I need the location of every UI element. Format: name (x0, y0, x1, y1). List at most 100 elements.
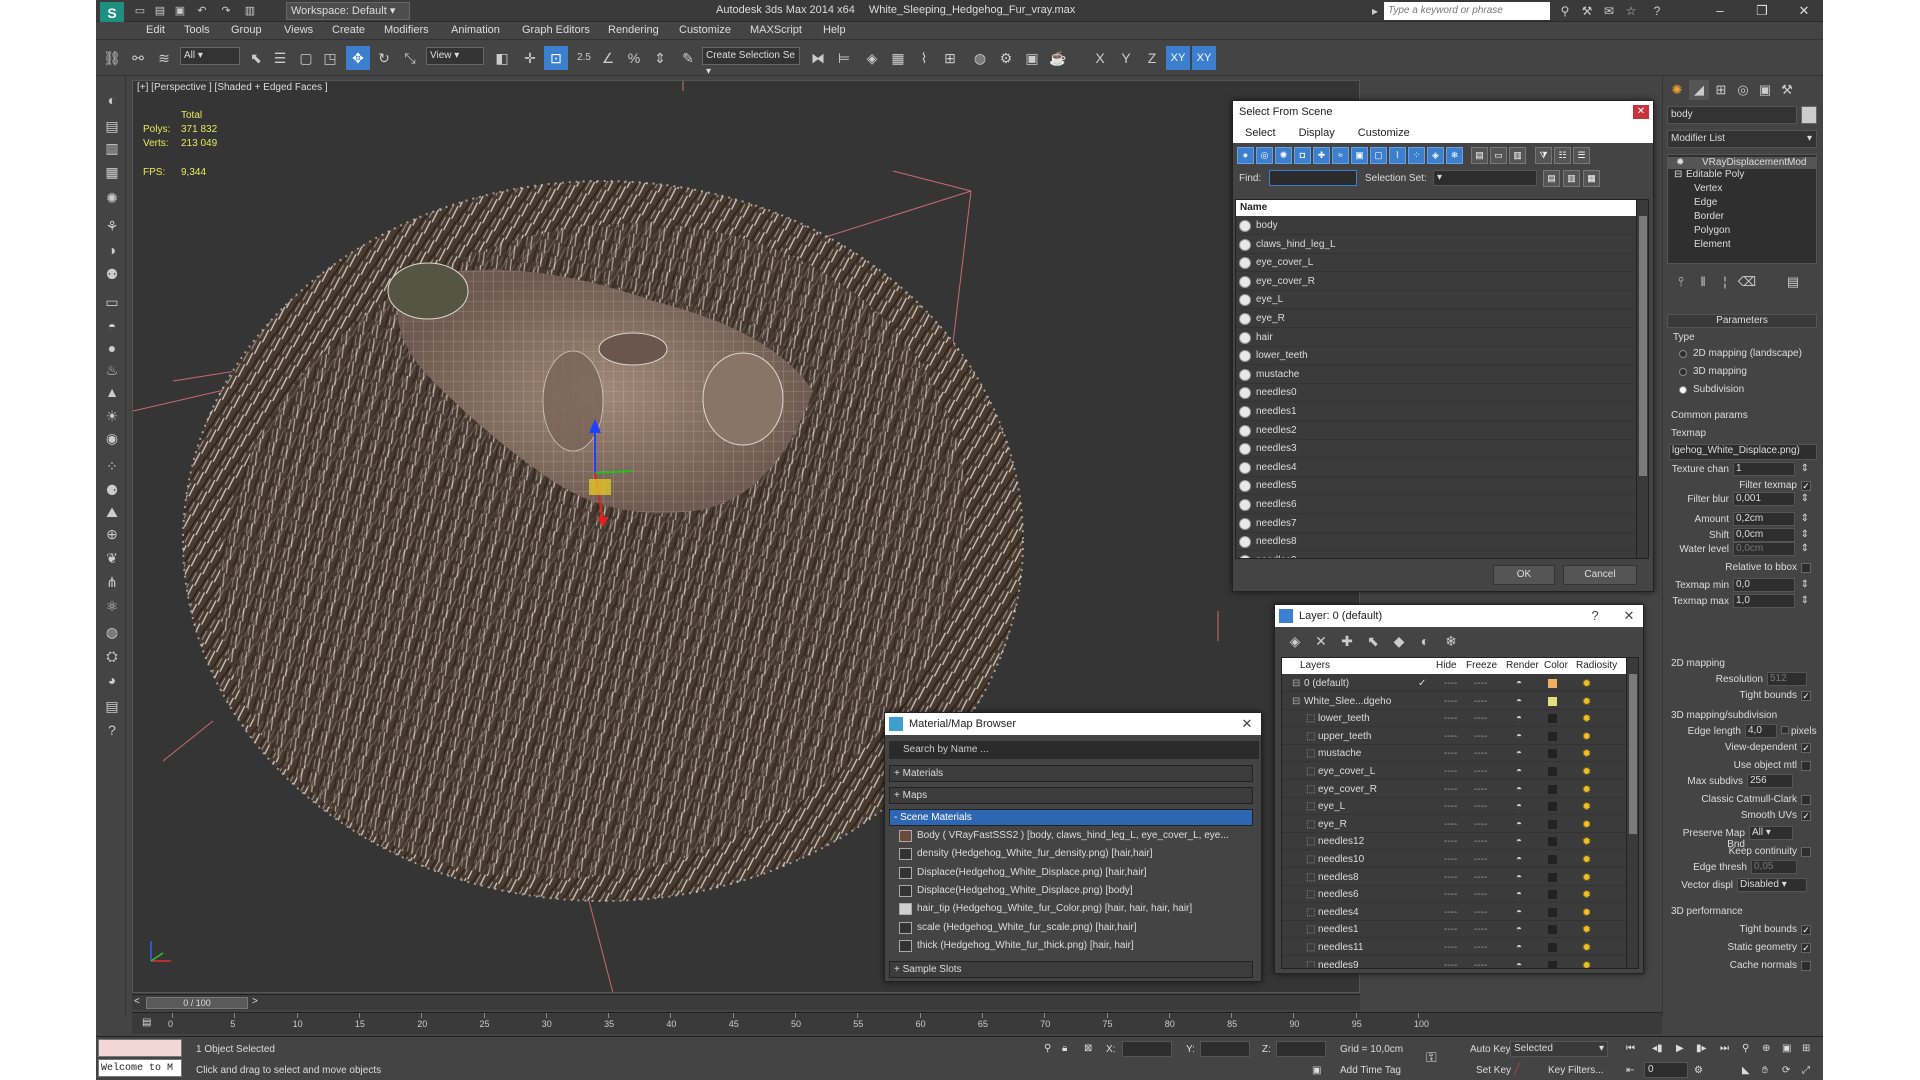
named-selection-dropdown[interactable]: Create Selection Se ▾ (702, 47, 800, 77)
help-icon[interactable]: ? (1648, 3, 1666, 19)
sun-icon[interactable]: ☀ (102, 406, 122, 426)
layer-color-swatch[interactable] (1548, 855, 1557, 864)
schematic-view-icon[interactable]: ⊞ (938, 46, 962, 70)
key-mode-toggle-icon[interactable]: ⇤ (1626, 1065, 1634, 1076)
sphere2-icon[interactable]: ◍ (102, 622, 122, 642)
configure-sets-icon[interactable]: ▤ (1783, 272, 1803, 292)
sfs-scrollbar[interactable] (1636, 200, 1648, 558)
col-radiosity[interactable]: Radiosity (1576, 658, 1617, 674)
hide-toggle[interactable]: ---- (1444, 693, 1457, 710)
hide-toggle[interactable]: ---- (1444, 763, 1457, 780)
search-input[interactable]: Type a keyword or phrase (1384, 2, 1550, 20)
close-window-icon[interactable]: ✕ (1786, 0, 1822, 22)
display-hierarchy-icon[interactable]: ☷ (1554, 147, 1571, 164)
render-setup-icon[interactable]: ⚙ (994, 46, 1018, 70)
auto-key-button[interactable]: Auto Key (1470, 1044, 1511, 1055)
percent-snap-icon[interactable]: % (622, 46, 646, 70)
freeze-toggle[interactable]: ---- (1474, 851, 1487, 868)
orb-icon[interactable]: ◉ (102, 428, 122, 448)
curve-editor-icon[interactable]: ⌇ (912, 46, 936, 70)
z-coord-input[interactable] (1276, 1041, 1326, 1057)
radiosity-icon[interactable]: ✹ (1582, 746, 1591, 763)
layer-color-swatch[interactable] (1548, 872, 1557, 882)
radiosity-icon[interactable]: ✹ (1582, 958, 1591, 968)
toolbar-icon-7[interactable]: ◑ (102, 240, 122, 260)
select-move-icon[interactable]: ✥ (346, 46, 370, 70)
hide-toggle[interactable]: ---- (1444, 833, 1457, 850)
param-input[interactable]: 0,001 (1733, 492, 1795, 506)
pan-icon[interactable]: ✋︎ (1762, 1065, 1768, 1076)
viewport-label[interactable]: [+] [Perspective ] [Shaded + Edged Faces… (137, 82, 328, 93)
menu-create[interactable]: Create (332, 24, 365, 36)
axis-constraint-z-icon[interactable]: Z (1140, 46, 1164, 70)
sfs-list-item[interactable]: needles1 (1236, 403, 1636, 421)
layer-help-icon[interactable]: ? (1581, 605, 1609, 627)
modifier-list-dropdown[interactable]: Modifier List ▾ (1667, 130, 1817, 148)
filter-frozen-icon[interactable]: ❄ (1446, 147, 1463, 164)
sfs-column-name[interactable]: Name (1236, 200, 1636, 216)
app-logo-icon[interactable]: S (100, 2, 124, 24)
layer-close-icon[interactable]: ✕ (1615, 605, 1643, 627)
key-filters-button[interactable]: Key Filters... (1548, 1065, 1604, 1076)
vector-displ-dropdown[interactable]: Disabled ▾ (1737, 878, 1807, 892)
type-radio-2d[interactable] (1679, 350, 1687, 358)
menu-modifiers[interactable]: Modifiers (384, 24, 429, 36)
axis-constraint-y-icon[interactable]: Y (1114, 46, 1138, 70)
align-icon[interactable]: ⊨ (832, 46, 856, 70)
time-tag-icon[interactable]: ▣ (1312, 1065, 1321, 1076)
filter-shapes-icon[interactable]: ◎ (1256, 147, 1273, 164)
toolbar-icon-2[interactable]: ▤ (102, 116, 122, 136)
static-geometry-checkbox[interactable]: ✓ (1801, 943, 1811, 953)
manipulate-icon[interactable]: ✛ (518, 46, 542, 70)
menu-customize[interactable]: Customize (679, 24, 731, 36)
redo-icon[interactable]: ↷ (218, 3, 234, 19)
mirror-icon[interactable]: ⧓ (806, 46, 830, 70)
filter-spacewarps-icon[interactable]: ≈ (1332, 147, 1349, 164)
communication-icon[interactable]: ✉ (1600, 3, 1618, 19)
col-freeze[interactable]: Freeze (1466, 658, 1497, 674)
stack-item-border[interactable]: Border (1694, 211, 1724, 222)
render-toggle-icon[interactable]: ◓ (1516, 745, 1522, 762)
freeze-toggle[interactable]: ---- (1474, 728, 1487, 745)
axis-constraint-x-icon[interactable]: X (1088, 46, 1112, 70)
new-file-icon[interactable]: ▭ (132, 3, 148, 19)
render-toggle-icon[interactable]: ◓ (1516, 851, 1522, 868)
sfs-list-item[interactable]: eye_cover_R (1236, 273, 1636, 291)
radiosity-icon[interactable]: ✹ (1582, 922, 1591, 939)
layer-row[interactable]: ⬚ needles11 ---- ---- ◓ ✹ (1282, 939, 1626, 956)
ref-coord-dropdown[interactable]: View ▾ (426, 47, 484, 65)
spinner-icon[interactable]: ⇕ (1799, 529, 1809, 540)
create-tab-icon[interactable]: ✺ (1667, 80, 1687, 100)
fov-icon[interactable]: ◣ (1742, 1065, 1750, 1076)
layer-expand-icon[interactable]: ⊟ (1292, 693, 1300, 710)
hide-toggle[interactable]: ---- (1444, 869, 1457, 886)
open-file-icon[interactable]: ▤ (152, 3, 168, 19)
layer-row[interactable]: ⬚ needles6 ---- ---- ◓ ✹ (1282, 886, 1626, 904)
menu-help[interactable]: Help (823, 24, 846, 36)
toolbar-icon-24[interactable]: ⛭ (102, 646, 122, 666)
freeze-toggle[interactable]: ---- (1474, 886, 1487, 903)
toolbar-icon-1[interactable]: ◐ (102, 90, 122, 110)
menu-animation[interactable]: Animation (451, 24, 500, 36)
radiosity-icon[interactable]: ✹ (1582, 940, 1591, 957)
preserve-map-bnd-dropdown[interactable]: All ▾ (1749, 826, 1793, 840)
menu-graph-editors[interactable]: Graph Editors (522, 24, 590, 36)
bind-spacewarp-icon[interactable]: ≋ (152, 46, 176, 70)
filter-geometry-icon[interactable]: ● (1237, 147, 1254, 164)
toolbar-icon-6[interactable]: ⚘ (102, 216, 122, 236)
time-slider[interactable]: < 0 / 100 > (132, 994, 1360, 1010)
axis-constraint-xy2-icon[interactable]: XY (1192, 46, 1216, 70)
hide-toggle[interactable]: ---- (1444, 957, 1457, 968)
mmb-search-input[interactable]: Search by Name ... (889, 741, 1259, 759)
edge-thresh-input[interactable]: 0,05 (1751, 860, 1797, 874)
select-rotate-icon[interactable]: ↻ (372, 46, 396, 70)
maximize-icon[interactable]: ❐ (1744, 0, 1780, 22)
mmb-category-scene-materials[interactable]: - Scene Materials (889, 809, 1253, 826)
sfs-list-item[interactable]: needles0 (1236, 384, 1636, 403)
new-layer-icon[interactable]: ◈ (1283, 629, 1307, 653)
col-render[interactable]: Render (1506, 658, 1539, 674)
filter-cameras-icon[interactable]: ◘ (1294, 147, 1311, 164)
radiosity-icon[interactable]: ✹ (1582, 834, 1591, 851)
stack-item-polygon[interactable]: Polygon (1694, 225, 1730, 236)
radiosity-icon[interactable]: ✹ (1582, 905, 1591, 922)
